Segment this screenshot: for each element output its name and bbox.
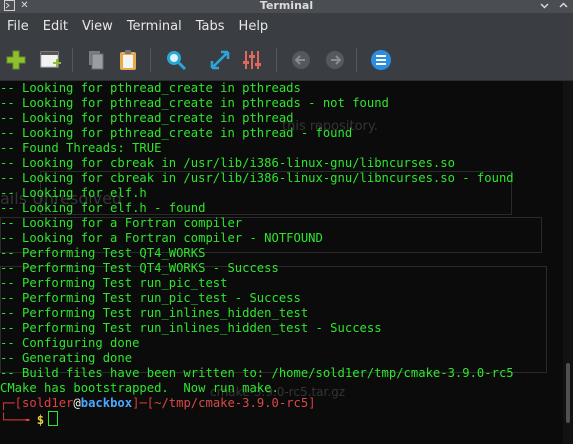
terminal-scrollbar[interactable] [563, 81, 573, 444]
toolbar-separator [356, 48, 357, 72]
prompt-bracket-close: ] [308, 396, 316, 410]
settings-sliders-icon[interactable] [240, 48, 264, 72]
menu-tabs[interactable]: Tabs [189, 19, 232, 34]
menu-bar: File Edit View Terminal Tabs Help [0, 13, 573, 40]
terminal-line: -- Looking for pthread_create in pthread… [0, 96, 389, 110]
terminal-line: -- Found Threads: TRUE [0, 141, 162, 155]
prompt-at: @ [73, 396, 81, 410]
terminal-line-final: CMake has bootstrapped. Now run make. [0, 381, 279, 395]
toolbar [0, 40, 573, 81]
prompt-user: sold1er [22, 396, 74, 410]
menu-file[interactable]: File [0, 19, 36, 34]
terminal-line: -- Looking for elf.h - found [0, 201, 206, 215]
prompt-line-1: ┌─[sold1er@backbox]─[~/tmp/cmake-3.9.0-r… [0, 396, 514, 411]
prompt-dollar: $ [36, 413, 45, 427]
prompt-corner: └──╼ [0, 413, 37, 427]
menu-icon[interactable] [369, 48, 393, 72]
terminal-line: -- Looking for pthread_create in pthread… [0, 81, 301, 95]
menu-terminal[interactable]: Terminal [120, 19, 189, 34]
forward-icon[interactable] [323, 48, 347, 72]
terminal-lines: -- Looking for pthread_create in pthread… [0, 81, 514, 427]
menu-help[interactable]: Help [232, 19, 276, 34]
toolbar-separator [150, 48, 151, 72]
terminal-output[interactable]: this repository. ails Unresolved cmake-3… [0, 81, 573, 444]
new-tab-icon[interactable] [4, 48, 28, 72]
minimize-icon[interactable] [539, 0, 550, 11]
terminal-line: -- Configuring done [0, 336, 140, 350]
terminal-line: -- Looking for a Fortran compiler [0, 216, 243, 230]
scrollbar-thumb[interactable] [566, 363, 570, 423]
terminal-line: -- Performing Test run_inlines_hidden_te… [0, 306, 309, 320]
terminal-line: -- Looking for a Fortran compiler - NOTF… [0, 231, 323, 245]
prompt-bracket-open: ┌─[ [0, 396, 23, 410]
prompt-bracket-mid: ]─[ [132, 396, 155, 410]
terminal-line: -- Performing Test run_pic_test [0, 276, 228, 290]
menu-view[interactable]: View [75, 19, 120, 34]
terminal-line: -- Looking for pthread_create in pthread [0, 111, 294, 125]
terminal-line: -- Performing Test QT4_WORKS - Success [0, 261, 279, 275]
window-title: Terminal [259, 0, 314, 12]
prompt-line-2[interactable]: └──╼ $ [0, 411, 514, 427]
terminal-line: -- Generating done [0, 351, 133, 365]
menu-edit[interactable]: Edit [36, 19, 75, 34]
terminal-line: -- Looking for cbreak in /usr/lib/i386-l… [0, 171, 514, 185]
fullscreen-icon[interactable] [208, 48, 232, 72]
terminal-line: -- Looking for elf.h [0, 186, 147, 200]
prompt-path: ~/tmp/cmake-3.9.0-rc5 [154, 396, 309, 410]
copy-icon[interactable] [84, 48, 108, 72]
search-icon[interactable] [164, 48, 188, 72]
terminal-line: -- Performing Test run_pic_test - Succes… [0, 291, 301, 305]
title-bar: ✕ Terminal [0, 0, 573, 13]
terminal-line: -- Looking for pthread_create in pthread… [0, 126, 353, 140]
maximize-icon[interactable] [558, 0, 569, 11]
terminal-line: -- Looking for cbreak in /usr/lib/i386-l… [0, 156, 455, 170]
terminal-line: -- Build files have been written to: /ho… [0, 366, 514, 380]
paste-icon[interactable] [116, 48, 140, 72]
toolbar-separator [72, 48, 73, 72]
back-icon[interactable] [289, 48, 313, 72]
prompt-host: backbox [80, 396, 133, 410]
terminal-line: -- Performing Test run_inlines_hidden_te… [0, 321, 382, 335]
new-window-icon[interactable] [38, 48, 62, 72]
terminal-line: -- Performing Test QT4_WORKS [0, 246, 206, 260]
text-cursor [48, 411, 59, 426]
toolbar-separator [276, 48, 277, 72]
